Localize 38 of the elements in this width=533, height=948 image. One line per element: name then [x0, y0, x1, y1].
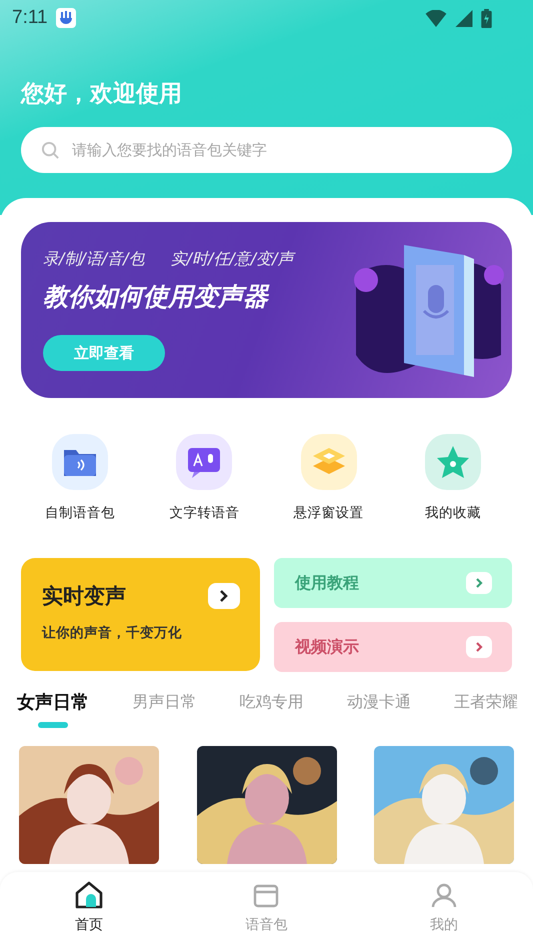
shortcut-label: 我的收藏 — [424, 504, 481, 522]
app-notification-icon — [56, 8, 76, 28]
card-label: 使用教程 — [295, 572, 359, 594]
wifi-icon — [425, 10, 447, 26]
nav-tab[interactable]: 首页 — [38, 872, 139, 948]
shortcut-icon[interactable] — [176, 434, 232, 490]
home-icon — [74, 880, 104, 910]
link-card[interactable]: 视频演示 — [274, 622, 512, 672]
chevron-icon — [208, 583, 240, 609]
link-card[interactable]: 使用教程 — [274, 558, 512, 608]
status-time: 7:11 — [12, 7, 48, 29]
nav-tab[interactable]: 我的 — [394, 872, 494, 948]
search-icon — [41, 141, 60, 160]
battery-icon — [481, 8, 492, 28]
signal-icon — [455, 10, 473, 26]
category-tab[interactable]: 王者荣耀 — [444, 682, 528, 728]
shortcut-icon[interactable] — [52, 434, 108, 490]
view-now-button[interactable]: 立即查看 — [43, 335, 165, 371]
shortcut-label: 悬浮窗设置 — [294, 504, 364, 522]
search-field[interactable]: 请输入您要找的语音包关键字 — [21, 127, 512, 173]
greeting-title: 您好，欢迎使用 — [21, 80, 183, 109]
banner-subtitle: 录/制/语/音/包 — [43, 249, 145, 270]
banner-title: 教你如何使用变声器 — [43, 281, 270, 313]
chevron-icon — [466, 636, 492, 658]
banner-subtitle: 实/时/任/意/变/声 — [170, 249, 294, 270]
feature-subtitle: 让你的声音，千变万化 — [42, 624, 183, 642]
category-tab[interactable]: 动漫卡通 — [336, 682, 421, 728]
shortcut-label: 文字转语音 — [169, 504, 240, 522]
shortcut-label: 自制语音包 — [45, 504, 115, 522]
realtime-voice-card[interactable]: 实时变声 让你的声音，千变万化 — [21, 558, 260, 671]
chevron-icon — [466, 572, 492, 594]
category-tab[interactable]: 男声日常 — [122, 682, 206, 728]
category-tab[interactable]: 女声日常 — [7, 682, 99, 728]
feature-title: 实时变声 — [42, 583, 126, 610]
category-tab[interactable]: 吃鸡专用 — [230, 682, 314, 728]
nav-tab[interactable]: 语音包 — [216, 872, 316, 948]
promo-banner[interactable]: 录/制/语/音/包 实/时/任/意/变/声 教你如何使用变声器 立即查看 — [21, 222, 512, 398]
card-label: 视频演示 — [295, 636, 359, 658]
